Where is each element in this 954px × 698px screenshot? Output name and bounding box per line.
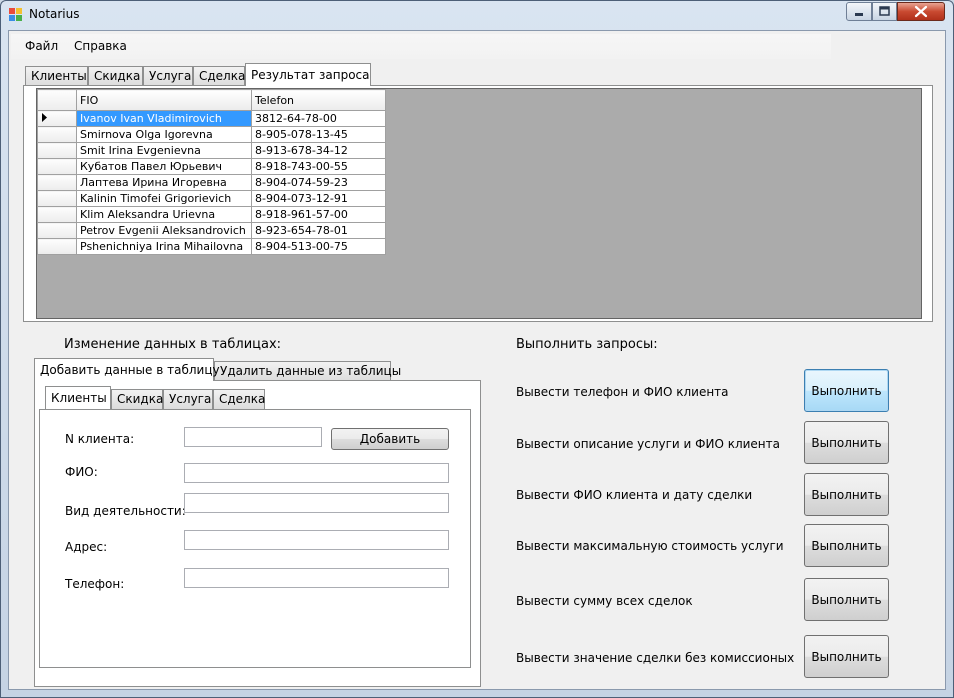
execute-button-1[interactable]: Выполнить <box>804 369 889 412</box>
close-icon <box>914 5 928 18</box>
add-button[interactable]: Добавить <box>331 428 449 450</box>
cell-fio[interactable]: Klim Aleksandra Urievna <box>76 206 252 223</box>
tab-add-data[interactable]: Добавить данные в таблицу <box>34 358 220 381</box>
execute-button-3[interactable]: Выполнить <box>804 473 889 516</box>
subtab-clients[interactable]: Клиенты <box>45 386 111 409</box>
tab-clients[interactable]: Клиенты <box>25 66 88 86</box>
query-label-4: Вывести максимальную стоимость услуги <box>516 539 784 553</box>
phone-label: Телефон: <box>65 577 125 591</box>
tab-service[interactable]: Услуга <box>143 66 193 86</box>
table-row[interactable]: Smit Irina Evgenievna 8-913-678-34-12 <box>37 142 386 159</box>
table-row[interactable]: Кубатов Павел Юрьевич 8-918-743-00-55 <box>37 158 386 175</box>
fio-label: ФИО: <box>65 465 98 479</box>
cell-telefon[interactable]: 8-904-073-12-91 <box>251 190 386 207</box>
row-header[interactable] <box>37 206 77 223</box>
query-label-2: Вывести описание услуги и ФИО клиента <box>516 437 780 451</box>
row-header[interactable] <box>37 174 77 191</box>
query-label-6: Вывести значение сделки без комиссионых <box>516 651 795 665</box>
edit-section-title: Изменение данных в таблицах: <box>64 337 282 352</box>
row-header[interactable] <box>37 222 77 239</box>
menu-file[interactable]: Файл <box>25 39 58 53</box>
menu-help[interactable]: Справка <box>74 39 127 53</box>
row-header[interactable] <box>37 142 77 159</box>
cell-telefon[interactable]: 8-904-074-59-23 <box>251 174 386 191</box>
row-header[interactable] <box>37 110 77 127</box>
cell-telefon[interactable]: 8-923-654-78-01 <box>251 222 386 239</box>
table-row[interactable]: Klim Aleksandra Urievna 8-918-961-57-00 <box>37 206 386 223</box>
table-row[interactable]: Ivanov Ivan Vladimirovich 3812-64-78-00 <box>37 110 386 127</box>
title-bar[interactable]: Notarius <box>1 1 953 29</box>
execute-button-2[interactable]: Выполнить <box>804 421 889 464</box>
cell-fio[interactable]: Кубатов Павел Юрьевич <box>76 158 252 175</box>
cell-telefon[interactable]: 3812-64-78-00 <box>251 110 386 127</box>
client-form: N клиента: Добавить ФИО: Вид деятельност… <box>39 409 471 668</box>
cell-telefon[interactable]: 8-904-513-00-75 <box>251 238 386 255</box>
activity-label: Вид деятельности: <box>65 504 186 518</box>
query-label-5: Вывести сумму всех сделок <box>516 594 693 608</box>
client-area: Файл Справка Клиенты Скидка Услуга Сделк… <box>8 30 946 690</box>
window-title: Notarius <box>29 7 80 21</box>
activity-input[interactable] <box>184 493 449 513</box>
execute-button-6[interactable]: Выполнить <box>804 635 889 678</box>
cell-telefon[interactable]: 8-918-961-57-00 <box>251 206 386 223</box>
row-header[interactable] <box>37 158 77 175</box>
cell-fio[interactable]: Лаптева Ирина Игоревна <box>76 174 252 191</box>
cell-fio[interactable]: Kalinin Timofei Grigorievich <box>76 190 252 207</box>
table-row[interactable]: Petrov Evgenii Aleksandrovich 8-923-654-7… <box>37 222 386 239</box>
query-label-1: Вывести телефон и ФИО клиента <box>516 385 729 399</box>
address-input[interactable] <box>184 530 449 550</box>
address-label: Адрес: <box>65 540 108 554</box>
cell-telefon[interactable]: 8-913-678-34-12 <box>251 142 386 159</box>
data-grid[interactable]: FIO Telefon Ivanov Ivan Vladimirovich 381… <box>36 88 922 319</box>
tab-deal[interactable]: Сделка <box>193 66 245 86</box>
app-icon <box>9 8 22 21</box>
subtab-discount[interactable]: Скидка <box>111 389 163 409</box>
row-header[interactable] <box>37 126 77 143</box>
query-label-3: Вывести ФИО клиента и дату сделки <box>516 488 753 502</box>
subtab-deal[interactable]: Сделка <box>213 389 265 409</box>
client-number-input[interactable] <box>184 427 322 447</box>
grid-column-header-telefon[interactable]: Telefon <box>251 89 386 111</box>
grid-column-header-fio[interactable]: FIO <box>76 89 252 111</box>
table-row[interactable]: Лаптева Ирина Игоревна 8-904-074-59-23 <box>37 174 386 191</box>
fio-input[interactable] <box>184 463 449 483</box>
minimize-icon <box>855 13 863 16</box>
table-row[interactable]: Pshenichniya Irina Mihailovna 8-904-513-0… <box>37 238 386 255</box>
cell-fio[interactable]: Petrov Evgenii Aleksandrovich <box>76 222 252 239</box>
client-number-label: N клиента: <box>65 432 135 446</box>
tab-discount[interactable]: Скидка <box>88 66 143 86</box>
table-row[interactable]: Kalinin Timofei Grigorievich 8-904-073-12… <box>37 190 386 207</box>
row-header[interactable] <box>37 190 77 207</box>
current-row-arrow-icon <box>42 113 47 122</box>
query-section-title: Выполнить запросы: <box>516 337 658 352</box>
close-button[interactable] <box>897 2 945 21</box>
grid-table: FIO Telefon Ivanov Ivan Vladimirovich 381… <box>37 89 386 255</box>
cell-telefon[interactable]: 8-918-743-00-55 <box>251 158 386 175</box>
maximize-button[interactable] <box>872 2 897 21</box>
cell-fio[interactable]: Smit Irina Evgenievna <box>76 142 252 159</box>
phone-input[interactable] <box>184 568 449 588</box>
tab-delete-data[interactable]: Удалить данные из таблицы <box>214 361 401 381</box>
maximize-icon <box>879 6 890 16</box>
app-window: Notarius Файл Справка Клиенты Скидка Усл… <box>0 0 954 698</box>
menu-bar: Файл Справка <box>11 34 831 59</box>
subtab-service[interactable]: Услуга <box>163 389 213 409</box>
cell-telefon[interactable]: 8-905-078-13-45 <box>251 126 386 143</box>
table-row[interactable]: Smirnova Olga Igorevna 8-905-078-13-45 <box>37 126 386 143</box>
tab-query-result[interactable]: Результат запроса <box>245 63 371 86</box>
execute-button-5[interactable]: Выполнить <box>804 578 889 621</box>
cell-fio[interactable]: Pshenichniya Irina Mihailovna <box>76 238 252 255</box>
row-header[interactable] <box>37 238 77 255</box>
add-data-panel: Клиенты Скидка Услуга Сделка N клиента: … <box>34 380 481 687</box>
grid-corner-header[interactable] <box>37 89 77 111</box>
minimize-button[interactable] <box>846 2 872 21</box>
query-result-panel: FIO Telefon Ivanov Ivan Vladimirovich 381… <box>23 85 933 322</box>
cell-fio[interactable]: Ivanov Ivan Vladimirovich <box>76 110 252 127</box>
execute-button-4[interactable]: Выполнить <box>804 524 889 567</box>
cell-fio[interactable]: Smirnova Olga Igorevna <box>76 126 252 143</box>
